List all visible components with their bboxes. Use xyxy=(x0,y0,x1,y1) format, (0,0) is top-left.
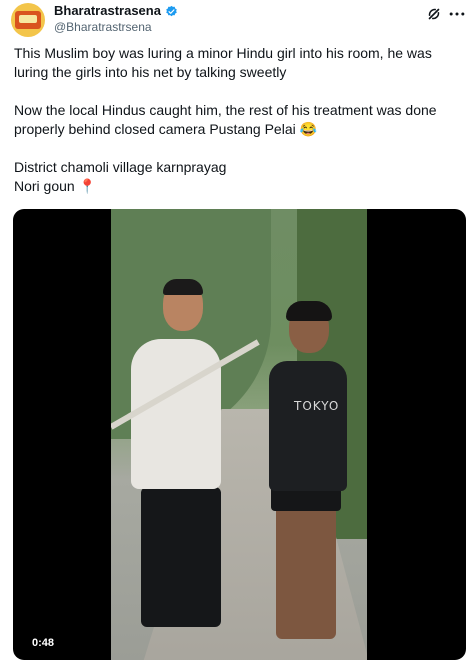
man-right-body xyxy=(269,361,347,491)
video-frame: TOKYO xyxy=(111,209,367,660)
author-name[interactable]: Bharatrastrasena xyxy=(54,3,161,19)
author-handle[interactable]: @Bharatrastrsena xyxy=(54,20,152,35)
man-left-hair xyxy=(163,279,203,295)
man-right-hair xyxy=(286,301,332,321)
shirt-print: TOKYO xyxy=(294,399,340,413)
tweet-text: This Muslim boy was luring a minor Hindu… xyxy=(14,45,437,194)
author-avatar[interactable] xyxy=(11,3,45,37)
man-left-body xyxy=(131,339,221,489)
video-timestamp: 0:48 xyxy=(32,637,55,649)
verified-badge-icon xyxy=(166,5,177,16)
man-right-legs xyxy=(276,489,336,639)
video-player[interactable]: TOKYO 0:48 xyxy=(13,209,466,660)
avatar-logo-detail xyxy=(19,15,37,23)
grok-icon[interactable] xyxy=(425,5,443,23)
author-name-row[interactable]: Bharatrastrasena xyxy=(54,3,178,19)
tweet-card: Bharatrastrasena @Bharatrastrsena This M… xyxy=(0,0,473,665)
more-icon[interactable] xyxy=(447,4,467,24)
man-left-legs xyxy=(141,487,221,627)
